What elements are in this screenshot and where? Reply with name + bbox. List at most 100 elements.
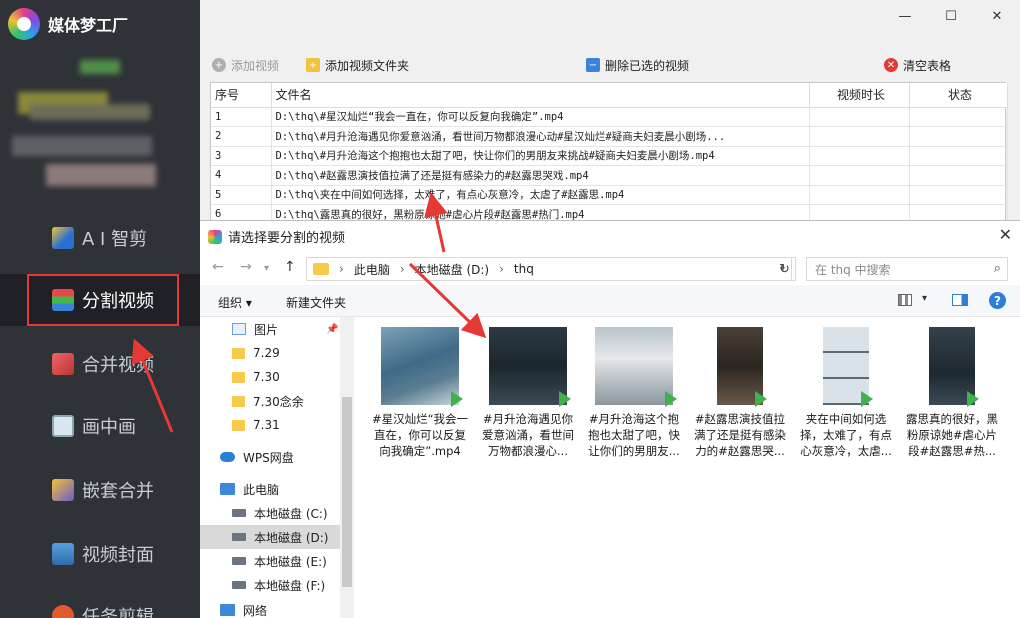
navigation-bar: ← → ▾ ↑ › 此电脑 › 本地磁盘 (D:) › thq ▾ ↻ 在 th…: [200, 255, 1020, 283]
file-item[interactable]: #星汉灿烂“我会一直在，你可以反复向我确定”.mp4: [370, 327, 470, 459]
header-status[interactable]: 状态: [909, 83, 1008, 108]
sidebar-item-label: 画中画: [82, 417, 136, 438]
refresh-icon[interactable]: ↻: [774, 257, 796, 281]
file-item[interactable]: #月升沧海遇见你爱意汹涌，看世间万物都浪漫心...: [478, 327, 578, 459]
close-button[interactable]: ✕: [974, 0, 1020, 32]
app-logo: 媒体梦工厂: [8, 8, 128, 40]
header-duration[interactable]: 视频时长: [809, 83, 910, 108]
dialog-close-button[interactable]: ✕: [999, 225, 1012, 244]
breadcrumb-folder[interactable]: thq: [514, 262, 534, 276]
add-video-button[interactable]: + 添加视频: [206, 54, 285, 76]
folder-icon: [232, 395, 245, 407]
play-icon: [861, 391, 873, 407]
header-filename[interactable]: 文件名: [271, 83, 810, 108]
tree-item-folder[interactable]: 7.30念余: [200, 389, 340, 413]
table-row[interactable]: 3 D:\thq\#月升沧海这个抱抱也太甜了吧，快让你们的男朋友来挑战#疑商夫妇…: [211, 146, 1008, 166]
add-folder-button[interactable]: + 添加视频文件夹: [300, 54, 415, 76]
tree-item-label: 7.29: [253, 346, 280, 360]
tree-item-drive-f[interactable]: 本地磁盘 (F:): [200, 573, 340, 597]
sidebar-item-nested-merge[interactable]: 嵌套合并: [0, 464, 200, 516]
tree-item-network[interactable]: 网络: [200, 601, 340, 618]
highlight-box: [27, 274, 179, 326]
table-row[interactable]: 5 D:\thq\夹在中间如何选择，太难了，有点心灰意冷，太虐了#赵露思.mp4: [211, 185, 1008, 205]
play-icon: [665, 391, 677, 407]
sidebar-item-merge-video[interactable]: 合并视频: [0, 338, 200, 390]
sidebar-item-ai-cut[interactable]: A I 智剪: [0, 212, 200, 264]
tree-item-drive-e[interactable]: 本地磁盘 (E:): [200, 549, 340, 573]
header-index[interactable]: 序号: [211, 83, 272, 108]
minimize-button[interactable]: —: [882, 0, 928, 32]
search-placeholder: 在 thq 中搜索: [815, 262, 891, 277]
row-filename: D:\thq\夹在中间如何选择，太难了，有点心灰意冷，太虐了#赵露思.mp4: [271, 185, 810, 205]
tree-item-folder[interactable]: 7.30: [200, 365, 340, 389]
forward-arrow-icon[interactable]: →: [240, 259, 252, 275]
row-status: [909, 107, 1008, 127]
row-duration: [809, 146, 910, 166]
scrollbar-thumb[interactable]: [342, 397, 352, 587]
back-arrow-icon[interactable]: ←: [212, 259, 224, 275]
sidebar-item-pip[interactable]: 画中画: [0, 400, 200, 452]
tree-item-label: 图片: [254, 322, 279, 337]
breadcrumb-drive[interactable]: 本地磁盘 (D:): [415, 261, 489, 278]
computer-icon: [220, 483, 235, 495]
file-item[interactable]: #赵露思演技值拉满了还是挺有感染力的#赵露思哭...: [690, 327, 790, 459]
pin-icon: 📌: [326, 323, 339, 335]
row-duration: [809, 185, 910, 205]
tree-item-folder[interactable]: 7.31: [200, 413, 340, 437]
file-item[interactable]: 夹在中间如何选择，太难了，有点心灰意冷，太虐...: [796, 327, 896, 459]
delete-list-icon: −: [586, 58, 600, 72]
row-index: 3: [211, 146, 272, 166]
tree-item-pictures[interactable]: 图片 📌: [200, 317, 340, 341]
tree-scrollbar[interactable]: [340, 317, 354, 618]
tree-item-this-pc[interactable]: 此电脑: [200, 477, 340, 501]
tree-item-drive-c[interactable]: 本地磁盘 (C:): [200, 501, 340, 525]
address-bar[interactable]: › 此电脑 › 本地磁盘 (D:) › thq ▾: [306, 257, 792, 281]
table-row[interactable]: 2 D:\thq\#月升沧海遇见你爱意汹涌，看世间万物都浪漫心动#星汉灿烂#疑商…: [211, 126, 1008, 147]
file-open-dialog: 请选择要分割的视频 ✕ ← → ▾ ↑ › 此电脑 › 本地磁盘 (D:) › …: [200, 220, 1020, 618]
table-header-row: 序号 文件名 视频时长 状态: [211, 83, 1008, 108]
preview-pane-icon[interactable]: [952, 294, 968, 306]
clear-table-button[interactable]: ✕ 清空表格: [878, 54, 957, 76]
file-name: #月升沧海遇见你爱意汹涌，看世间万物都浪漫心...: [482, 412, 574, 458]
recent-chevron-icon[interactable]: ▾: [264, 263, 269, 274]
tree-item-label: 本地磁盘 (F:): [254, 578, 326, 593]
row-filename: D:\thq\#星汉灿烂“我会一直在，你可以反复向我确定”.mp4: [271, 107, 810, 127]
delete-selected-button[interactable]: − 删除已选的视频: [580, 54, 695, 76]
play-icon: [559, 391, 571, 407]
sidebar-item-video-cover[interactable]: 视频封面: [0, 528, 200, 580]
up-arrow-icon[interactable]: ↑: [284, 259, 296, 275]
table-row[interactable]: 4 D:\thq\#赵露思演技值拉满了还是挺有感染力的#赵露思哭戏.mp4: [211, 165, 1008, 186]
row-status: [909, 185, 1008, 205]
file-item[interactable]: 露思真的很好，黑粉原谅她#虐心片段#赵露思#热...: [902, 327, 1002, 459]
app-small-icon: [208, 229, 222, 244]
tree-item-folder[interactable]: 7.29: [200, 341, 340, 365]
video-table: 序号 文件名 视频时长 状态 1 D:\thq\#星汉灿烂“我会一直在，你可以反…: [210, 82, 1008, 225]
file-item[interactable]: #月升沧海这个抱抱也太甜了吧，快让你们的男朋友...: [584, 327, 684, 459]
folder-icon: [232, 371, 245, 383]
sidebar-item-label: A I 智剪: [82, 229, 148, 250]
maximize-button[interactable]: ☐: [928, 0, 974, 32]
picture-in-picture-icon: [52, 415, 74, 437]
table-row[interactable]: 1 D:\thq\#星汉灿烂“我会一直在，你可以反复向我确定”.mp4: [211, 107, 1008, 127]
drive-icon: [232, 557, 246, 565]
tree-item-drive-d[interactable]: 本地磁盘 (D:): [200, 525, 340, 549]
row-duration: [809, 107, 910, 127]
breadcrumb-root[interactable]: 此电脑: [354, 261, 390, 278]
row-index: 5: [211, 185, 272, 205]
merge-video-icon: [52, 353, 74, 375]
row-filename: D:\thq\#月升沧海遇见你爱意汹涌，看世间万物都浪漫心动#星汉灿烂#疑商夫妇…: [271, 126, 810, 147]
organize-menu[interactable]: 组织 ▾: [218, 294, 252, 311]
new-folder-button[interactable]: 新建文件夹: [286, 294, 346, 311]
sidebar-item-label: 任务剪辑: [82, 607, 154, 618]
search-input[interactable]: 在 thq 中搜索 ⌕: [806, 257, 1008, 281]
tree-item-label: 7.30念余: [253, 394, 304, 409]
nested-merge-icon: [52, 479, 74, 501]
view-options-icon[interactable]: [898, 294, 912, 306]
tree-item-wps-cloud[interactable]: WPS网盘: [200, 445, 340, 469]
chevron-right-icon: ›: [339, 262, 344, 276]
sidebar-item-task-edit[interactable]: 任务剪辑: [0, 590, 200, 618]
drive-icon: [232, 581, 246, 589]
help-icon[interactable]: ?: [989, 292, 1006, 309]
chevron-down-icon[interactable]: ▾: [922, 293, 927, 304]
video-thumbnail: [595, 327, 677, 407]
